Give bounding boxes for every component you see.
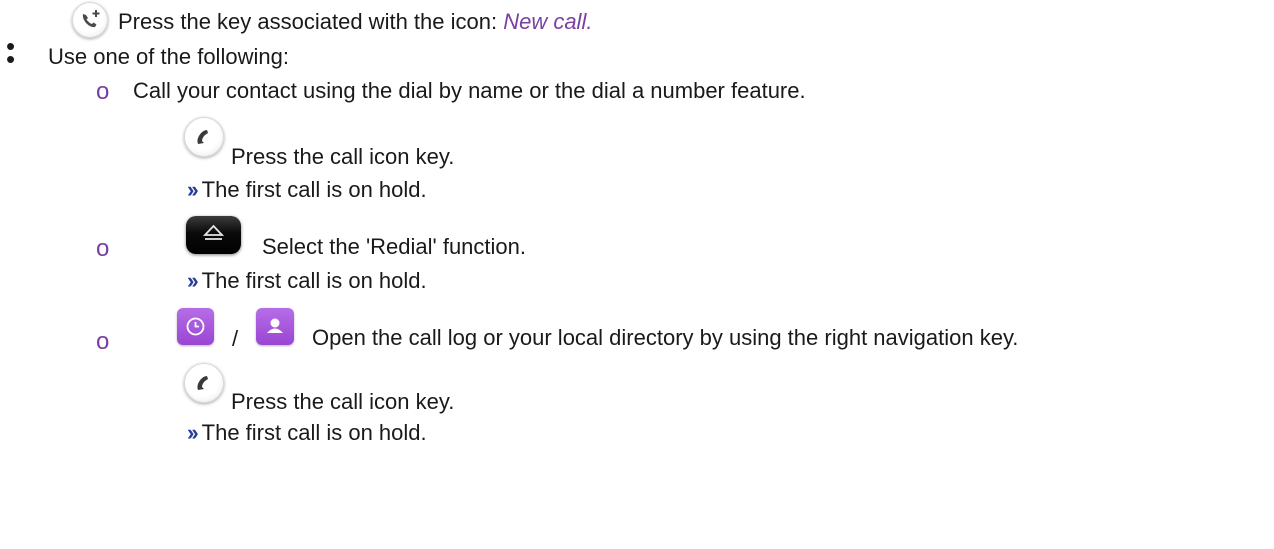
- option-3-action: Press the call icon key.: [231, 389, 455, 414]
- step-1-text: Press the key associated with the icon:: [118, 9, 504, 34]
- call-handset-icon: [184, 363, 224, 403]
- result-arrow-icon: ››: [187, 268, 199, 293]
- icon-separator: /: [232, 326, 239, 351]
- result-text: The first call is on hold.: [201, 420, 427, 445]
- new-call-icon: [72, 2, 108, 38]
- result-text: The first call is on hold.: [201, 268, 427, 293]
- result-text: The first call is on hold.: [201, 177, 427, 202]
- sub-bullet-3: o: [96, 328, 110, 355]
- directory-icon: [256, 308, 294, 345]
- option-1-text: Call your contact using the dial by name…: [133, 78, 806, 103]
- call-handset-icon: [184, 117, 224, 157]
- result-arrow-icon: ››: [187, 420, 199, 445]
- option-2-result: ›› The first call is on hold.: [187, 268, 427, 294]
- sub-bullet-1: o: [96, 78, 110, 105]
- sub-bullet-2: o: [96, 235, 110, 262]
- result-arrow-icon: ››: [187, 177, 199, 202]
- bullet-step-2: •: [6, 44, 16, 74]
- option-3-result: ›› The first call is on hold.: [187, 420, 427, 446]
- redial-key-icon: [186, 216, 241, 254]
- step-1-line: Press the key associated with the icon: …: [118, 9, 592, 35]
- option-3-text: Open the call log or your local director…: [312, 325, 1019, 350]
- step-2-text: Use one of the following:: [48, 44, 289, 69]
- new-call-label: New call.: [503, 9, 593, 34]
- option-1-action: Press the call icon key.: [231, 144, 455, 169]
- call-log-icon: [177, 308, 214, 345]
- option-1-result: ›› The first call is on hold.: [187, 177, 427, 203]
- option-2-text: Select the 'Redial' function.: [262, 234, 526, 259]
